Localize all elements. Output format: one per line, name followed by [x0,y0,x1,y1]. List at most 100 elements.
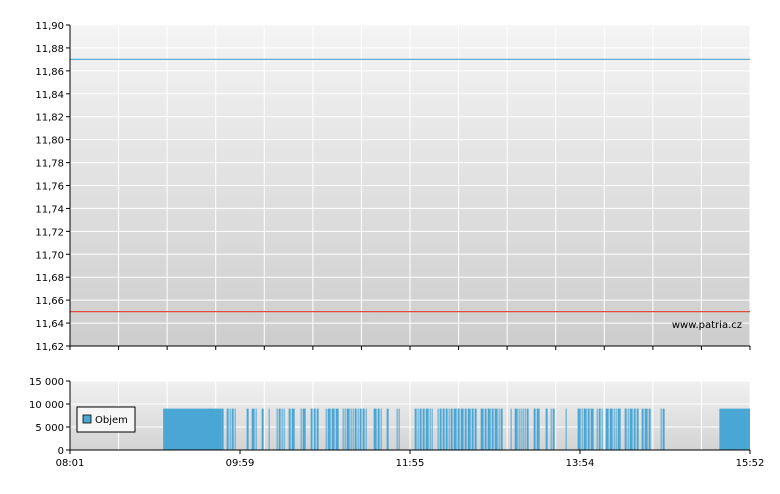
volume-bar [581,408,583,450]
volume-bar [510,408,512,450]
volume-bar [437,408,439,450]
price-panel: 11,62 11,64 11,66 11,68 11,70 11,72 11,74 11,76… [35,21,751,353]
volume-bar [660,408,662,450]
volume-bar [636,408,639,450]
volume-y-tick-label: 0 [58,446,64,457]
volume-bar [352,408,354,450]
stock-chart: 11,62 11,64 11,66 11,68 11,70 11,72 11,74 11,76… [0,0,780,490]
volume-bar [533,408,536,450]
volume-bar [344,408,346,450]
volume-bar [310,408,313,450]
volume-bar [457,408,460,450]
volume-bar [644,408,648,450]
volume-bar [373,408,377,450]
price-y-tick-label: 11,66 [35,296,64,307]
volume-bar [231,408,234,450]
volume-bar [429,408,431,450]
volume-x-tick-label: 11:55 [396,458,425,469]
price-y-tick-label: 11,62 [35,342,64,353]
volume-bar [281,408,283,450]
price-y-tick-label: 11,76 [35,182,64,193]
volume-bar [357,408,359,450]
price-x-ticks [69,346,751,350]
price-y-tick-label: 11,72 [35,227,64,238]
price-y-tick-label: 11,80 [35,136,64,147]
volume-bar [641,408,644,450]
volume-bar [480,408,484,450]
volume-bar [590,408,594,450]
volume-bar [331,408,335,450]
volume-panel: 0 5 000 10 000 15 000 08:01 09:59 11:55 13:54 1… [29,377,764,469]
volume-bar [442,408,445,450]
volume-bar [474,408,477,450]
volume-bar [605,408,609,450]
volume-bar [453,408,457,450]
volume-bar [498,408,500,450]
volume-bar [601,408,603,450]
price-y-tick-label: 11,88 [35,44,64,55]
volume-bar [268,408,270,450]
volume-bar [359,408,362,450]
volume-bar [350,408,352,450]
volume-bar [467,408,471,450]
volume-bar [587,408,590,450]
volume-bar [396,408,398,450]
volume-bar [627,408,629,450]
volume-bar [261,408,264,450]
volume-bar [325,408,327,450]
volume-bar [617,408,621,450]
volume-bar [362,408,365,450]
volume-bar [524,408,526,450]
volume-bar [629,408,633,450]
volume-y-tick-label: 10 000 [29,400,64,411]
watermark: www.patria.cz [672,320,742,331]
volume-bar [288,408,291,450]
volume-bar [624,408,627,450]
volume-bar [583,408,587,450]
volume-bar [662,408,665,450]
volume-bar [550,408,552,450]
price-y-tick-label: 11,74 [35,204,64,215]
chart-svg: 11,62 11,64 11,66 11,68 11,70 11,72 11,74 11,76… [29,21,764,469]
volume-bar [719,408,750,450]
volume-x-tick-label: 09:59 [226,458,255,469]
volume-bar [251,408,255,450]
volume-bar [484,408,487,450]
volume-bar [276,408,278,450]
volume-bar [552,408,555,450]
volume-bar [414,408,417,450]
volume-bar [291,408,295,450]
volume-bar [302,408,306,450]
volume-bar [221,408,224,450]
volume-bar [598,408,601,450]
volume-bar [431,408,433,450]
volume-bar [514,408,518,450]
volume-y-tick-label: 5 000 [35,423,64,434]
volume-bar [450,408,453,450]
volume-bar [448,408,450,450]
volume-bar [398,408,400,450]
volume-bar [342,408,344,450]
volume-y-tick-label: 15 000 [29,377,64,388]
volume-bar [386,408,389,450]
volume-bar [246,408,249,450]
volume-bar [163,408,222,450]
volume-bar [417,408,419,450]
volume-bar [577,408,581,450]
volume-bar [229,408,231,450]
volume-bar [300,408,302,450]
volume-bar [255,408,257,450]
price-y-axis: 11,62 11,64 11,66 11,68 11,70 11,72 11,74 11,76… [35,21,70,353]
volume-bar [380,408,382,450]
volume-legend: Objem [76,406,136,433]
volume-bar [471,408,474,450]
volume-bar [335,408,339,450]
volume-bar [316,408,319,450]
volume-bar [494,408,498,450]
volume-bar [633,408,636,450]
legend-label: Objem [95,415,128,426]
price-y-tick-label: 11,82 [35,113,64,124]
volume-bar [500,408,503,450]
volume-bar [283,408,285,450]
volume-y-axis: 0 5 000 10 000 15 000 [29,377,70,457]
